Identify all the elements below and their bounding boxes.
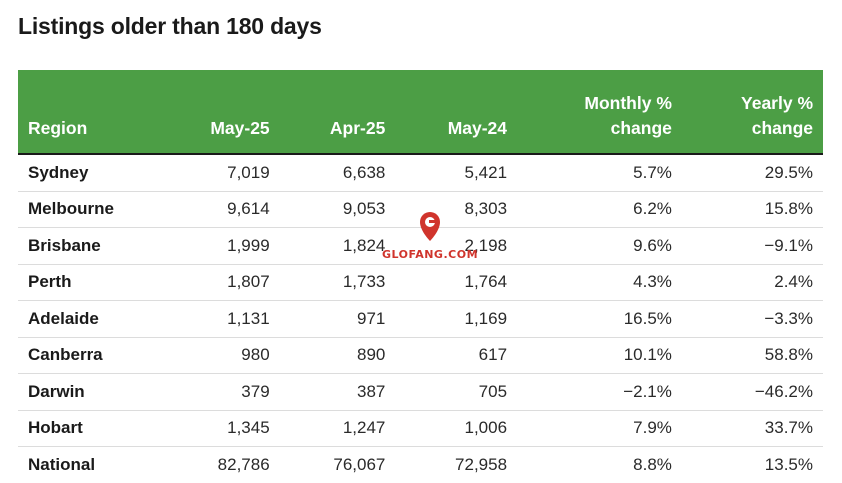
table-row: Melbourne 9,614 9,053 8,303 6.2% 15.8%	[18, 191, 823, 228]
region-cell: Melbourne	[18, 191, 158, 228]
region-cell: Hobart	[18, 410, 158, 447]
apr-25-cell: 387	[279, 373, 396, 411]
region-cell: Perth	[18, 264, 158, 301]
region-cell: Darwin	[18, 373, 158, 411]
yearly-change-cell: −46.2%	[681, 373, 823, 411]
monthly-change-cell: 6.2%	[517, 191, 682, 228]
table-header: Region May-25 Apr-25 May-24 Monthly % ch…	[18, 70, 823, 155]
monthly-change-cell: 9.6%	[517, 227, 682, 265]
table-row: Perth 1,807 1,733 1,764 4.3% 2.4%	[18, 264, 823, 301]
may-24-cell: 1,006	[395, 410, 518, 447]
listings-table: Region May-25 Apr-25 May-24 Monthly % ch…	[18, 70, 823, 483]
may-24-cell: 1,764	[395, 264, 518, 301]
column-header-region: Region	[18, 70, 158, 155]
may-24-cell: 5,421	[395, 154, 518, 192]
yearly-change-cell: 15.8%	[681, 191, 823, 228]
apr-25-cell: 1,247	[279, 410, 396, 447]
apr-25-cell: 9,053	[279, 191, 396, 228]
region-cell: National	[28, 454, 96, 474]
column-header-monthly-line1: Monthly %	[584, 93, 672, 113]
may-24-cell: 72,958	[455, 454, 508, 474]
table-row: Adelaide 1,131 971 1,169 16.5% −3.3%	[18, 300, 823, 338]
may-25-cell: 379	[158, 373, 280, 411]
yearly-change-cell: 33.7%	[681, 410, 823, 447]
table-body: Sydney 7,019 6,638 5,421 5.7% 29.5% Melb…	[18, 154, 823, 483]
column-header-monthly-change: Monthly % change	[517, 70, 682, 155]
may-24-cell: 2,198	[395, 227, 518, 265]
region-cell: Sydney	[18, 154, 158, 192]
header-row: Region May-25 Apr-25 May-24 Monthly % ch…	[18, 70, 823, 155]
monthly-change-cell: 10.1%	[517, 337, 682, 374]
may-25-cell: 82,786	[217, 454, 270, 474]
yearly-change-cell: 2.4%	[681, 264, 823, 301]
yearly-change-cell: 29.5%	[681, 154, 823, 192]
yearly-change-cell: 58.8%	[681, 337, 823, 374]
may-25-cell: 7,019	[158, 154, 280, 192]
may-25-cell: 1,999	[158, 227, 280, 265]
table-row: Sydney 7,019 6,638 5,421 5.7% 29.5%	[18, 154, 823, 192]
yearly-change-cell: 13.5%	[764, 454, 813, 474]
table-row: Canberra 980 890 617 10.1% 58.8%	[18, 337, 823, 374]
may-25-cell: 1,131	[158, 300, 280, 338]
yearly-change-cell: −9.1%	[681, 227, 823, 265]
column-header-may-25: May-25	[158, 70, 280, 155]
monthly-change-cell: −2.1%	[517, 373, 682, 411]
table-row: Brisbane 1,999 1,824 2,198 9.6% −9.1%	[18, 227, 823, 265]
page-title: Listings older than 180 days	[18, 13, 322, 39]
column-header-yearly-line1: Yearly %	[741, 93, 813, 113]
may-25-cell: 1,807	[158, 264, 280, 301]
apr-25-cell: 1,733	[279, 264, 396, 301]
column-header-apr-25: Apr-25	[279, 70, 396, 155]
may-25-cell: 980	[158, 337, 280, 374]
table-row: Darwin 379 387 705 −2.1% −46.2%	[18, 373, 823, 411]
column-header-yearly-line2: change	[751, 118, 813, 138]
region-cell: Canberra	[18, 337, 158, 374]
table-row: Hobart 1,345 1,247 1,006 7.9% 33.7%	[18, 410, 823, 447]
may-24-cell: 705	[395, 373, 518, 411]
region-cell: Brisbane	[18, 227, 158, 265]
apr-25-cell: 76,067	[333, 454, 386, 474]
apr-25-cell: 6,638	[279, 154, 396, 192]
apr-25-cell: 1,824	[279, 227, 396, 265]
monthly-change-cell: 7.9%	[517, 410, 682, 447]
monthly-change-cell: 8.8%	[633, 454, 672, 474]
apr-25-cell: 890	[279, 337, 396, 374]
may-24-cell: 1,169	[395, 300, 518, 338]
may-24-cell: 617	[395, 337, 518, 374]
monthly-change-cell: 4.3%	[517, 264, 682, 301]
may-25-cell: 1,345	[158, 410, 280, 447]
yearly-change-cell: −3.3%	[681, 300, 823, 338]
monthly-change-cell: 5.7%	[517, 154, 682, 192]
table-row: National 82,786 76,067 72,958 8.8% 13.5%	[18, 447, 823, 483]
column-header-may-24: May-24	[395, 70, 518, 155]
column-header-yearly-change: Yearly % change	[681, 70, 823, 155]
region-cell: Adelaide	[18, 300, 158, 338]
apr-25-cell: 971	[279, 300, 396, 338]
may-25-cell: 9,614	[158, 191, 280, 228]
column-header-monthly-line2: change	[610, 118, 672, 138]
monthly-change-cell: 16.5%	[517, 300, 682, 338]
may-24-cell: 8,303	[395, 191, 518, 228]
